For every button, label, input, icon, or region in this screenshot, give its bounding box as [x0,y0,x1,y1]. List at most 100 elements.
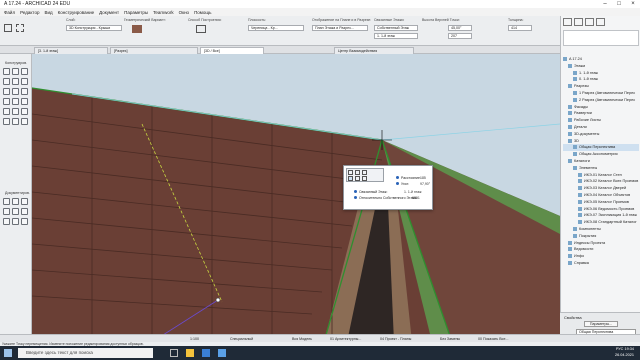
nav-item[interactable]: ИКЭ-05 Каталог Проемов [563,199,639,206]
nav-item[interactable]: ИКЭ-04 Каталог Объектов [563,192,639,199]
beam-tool-icon[interactable] [21,68,28,75]
nav-item[interactable]: ИКЭ-02 Каталог Всех Проемов [563,178,639,185]
close-button[interactable]: × [626,0,640,8]
nav-item[interactable]: Компоненты [563,226,639,233]
display-select[interactable]: План Этажа и Разрез... [312,25,368,31]
windows-start-icon[interactable] [4,349,12,357]
nav-item[interactable]: Элементы [563,165,639,172]
nav-item[interactable]: Детали [563,124,639,131]
distance-value[interactable]: 185 [420,176,426,181]
tab-interaction-center[interactable]: Центр Взаимодействия [334,47,414,54]
nav-item[interactable]: 1. 1-й этаж [563,70,639,77]
nav-item[interactable]: Развертки [563,110,639,117]
angle-value[interactable]: 97,90° [420,182,430,187]
corner-window-tool-icon[interactable] [3,108,10,115]
level-tool-icon[interactable] [12,198,19,205]
nav-item[interactable]: 1 Разрез (Автоматически Перес [563,90,639,97]
minimize-button[interactable]: – [598,0,612,8]
menu-design[interactable]: Конструирование [58,10,95,15]
model-view-selector[interactable]: Вся Модель [292,337,312,341]
single-plane-icon[interactable] [196,25,206,33]
home-story-select[interactable]: Собственный Этаж [374,25,418,31]
nav-item[interactable]: 0. 1-й этаж [563,76,639,83]
settings-button[interactable]: Параметры... [584,321,618,327]
nav-item[interactable]: Покрытия [563,233,639,240]
language-indicator[interactable]: РУС [616,347,624,351]
pal-row-angle[interactable]: Угол: 97,90° [396,182,432,187]
pal-row-relative[interactable]: Относительно Собственного Этажа: 9801 [354,196,432,201]
fill-tool-icon[interactable] [12,208,19,215]
railing-tool-icon[interactable] [21,78,28,85]
design-section[interactable]: Конструиров. [1,60,31,66]
layer-combination-selector[interactable]: Специальный [230,337,253,341]
nav-item[interactable]: Каталоги [563,158,639,165]
menu-teamwork[interactable]: Teamwork [153,10,174,15]
door-tool-icon[interactable] [12,98,19,105]
nav-item[interactable]: Фасады [563,104,639,111]
nav-item[interactable]: Индексы Проекта [563,240,639,247]
arrow-tool-icon[interactable] [4,24,12,32]
renovation-filter-selector[interactable]: 00 Показать Все... [478,337,508,341]
menu-options[interactable]: Параметры [124,10,148,15]
menu-window[interactable]: Окно [179,10,189,15]
nav-item[interactable]: A 17.24 [563,56,639,63]
mirror-icon[interactable] [362,176,367,181]
nav-item[interactable]: ИКЭ-07 Экспликация 1-й этаж [563,212,639,219]
menu-view[interactable]: Вид [44,10,52,15]
wall-tool-icon[interactable] [3,68,10,75]
line-tool-icon[interactable] [21,208,28,215]
layout-book-icon[interactable] [585,18,594,26]
model-view-options-selector[interactable]: 04 Проект - Планы [380,337,411,341]
stretch-icon[interactable] [355,176,360,181]
nav-item[interactable]: Справка [563,260,639,267]
window-tool-icon[interactable] [21,98,28,105]
nav-item[interactable]: Этажи [563,63,639,70]
nav-item[interactable]: Общая Перспектива [563,144,639,152]
edit-point[interactable] [215,297,221,303]
tab-section[interactable]: [Разрез] [110,47,198,54]
taskbar-search[interactable]: Введите здесь текст для поиска [18,348,153,358]
nav-item[interactable]: ИКЭ-03 Каталог Дверей [563,185,639,192]
nav-item[interactable]: Инфо [563,253,639,260]
thickness-field[interactable]: 414 [508,25,532,31]
zone-tool-icon[interactable] [3,118,10,125]
dimension-tool-icon[interactable] [3,198,10,205]
angle-field[interactable]: 45,00° [448,25,472,31]
menu-edit[interactable]: Редактор [20,10,39,15]
clock-time[interactable]: 19:34 [624,347,634,351]
shell-tool-icon[interactable] [12,88,19,95]
lamp-tool-icon[interactable] [21,108,28,115]
polyline-tool-icon[interactable] [12,218,19,225]
3d-viewport[interactable] [32,54,560,342]
skylight-tool-icon[interactable] [21,88,28,95]
curtain-wall-tool-icon[interactable] [3,98,10,105]
layer-select[interactable]: 3D Конструкция - Крыши [66,25,122,31]
drawing-tool-icon[interactable] [21,218,28,225]
publisher-icon[interactable] [596,18,605,26]
pal-row-distance[interactable]: Расстояние: 185 [396,176,432,181]
task-view-icon[interactable] [170,349,178,357]
3d-model-view[interactable] [32,54,560,342]
move-icon[interactable] [355,170,360,175]
nav-item[interactable]: Общая Аксонометрия [563,151,639,158]
nav-item[interactable]: 3D-документы [563,131,639,138]
nav-item[interactable]: ИКЭ-01 Каталог Стен [563,172,639,179]
file-explorer-icon[interactable] [186,349,194,357]
slab-tool-icon[interactable] [3,78,10,85]
nav-item[interactable]: Ведомости [563,246,639,253]
height-field[interactable]: 207 [448,33,472,39]
arc-tool-icon[interactable] [3,218,10,225]
mesh-tool-icon[interactable] [12,118,19,125]
rotate-icon[interactable] [362,170,367,175]
pal-row-linked-story[interactable]: Связанный Этаж: 1. 1-й этаж [354,190,432,195]
roof-tool-icon[interactable] [3,88,10,95]
stair-tool-icon[interactable] [12,78,19,85]
surface-select[interactable]: Черепица - Кр... [248,25,304,31]
offset-icon[interactable] [348,170,353,175]
object-tool-icon[interactable] [12,108,19,115]
project-map-icon[interactable] [563,18,572,26]
morph-tool-icon[interactable] [21,118,28,125]
relative-value[interactable]: 9801 [412,196,420,201]
navigator-options[interactable] [563,30,639,46]
clock-date[interactable]: 26.04.2021 [615,353,634,359]
